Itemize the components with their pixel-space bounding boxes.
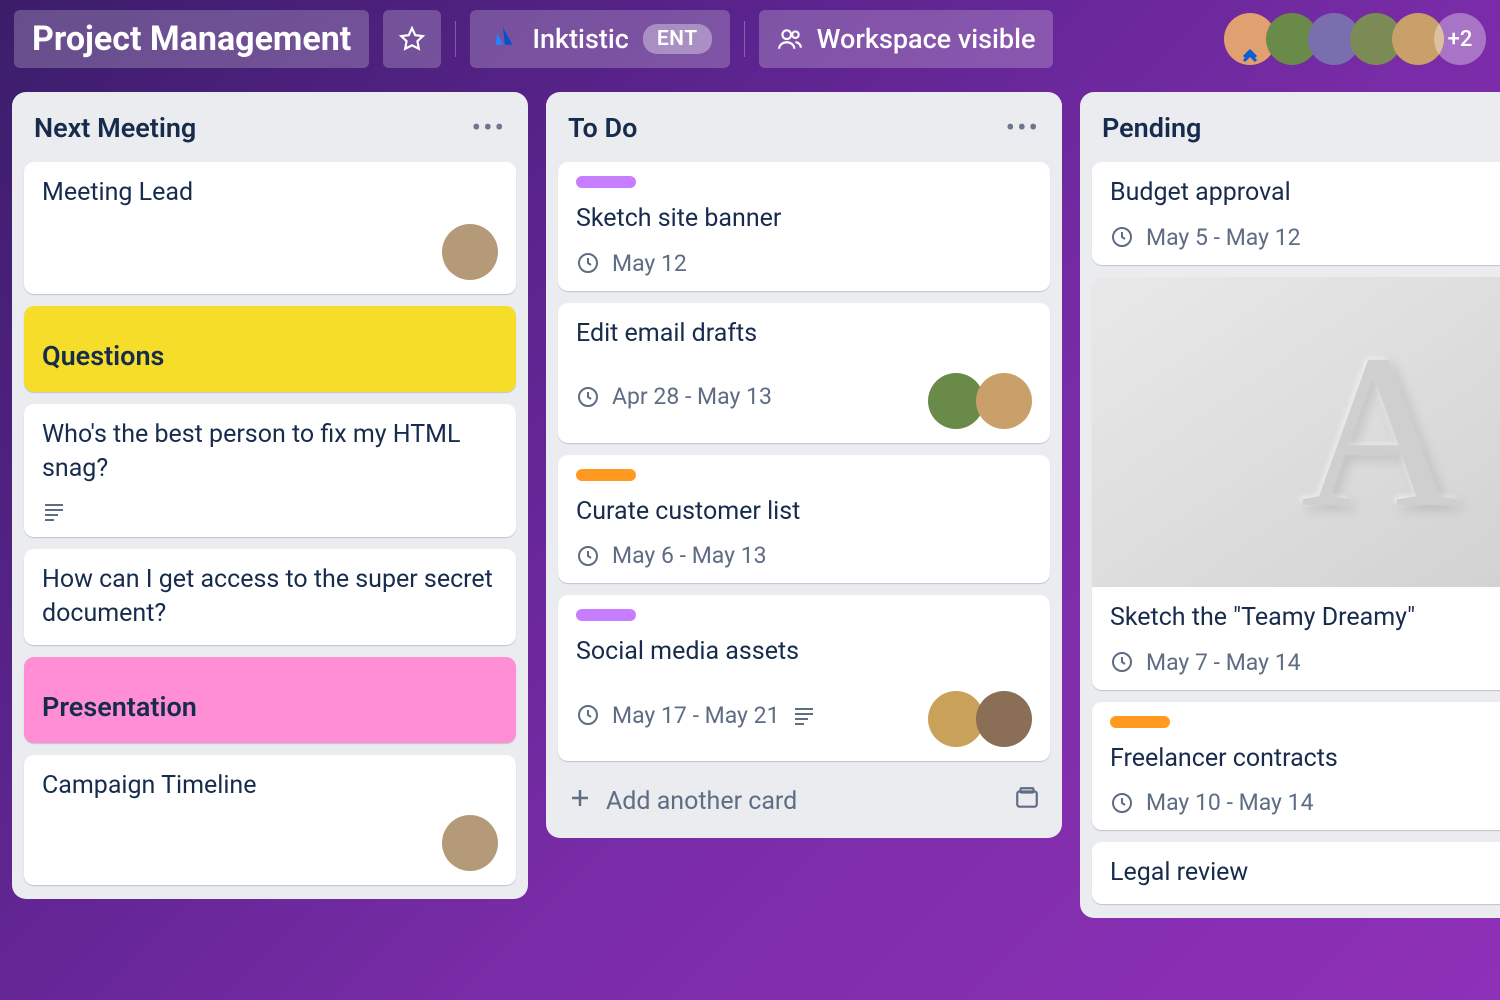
workspace-name: Inktistic — [532, 23, 629, 55]
card-members — [936, 373, 1032, 429]
card-title: Who's the best person to fix my HTML sna… — [42, 418, 498, 486]
card-title: Legal review — [1110, 856, 1500, 890]
clock-icon — [1110, 650, 1134, 674]
list-header: To Do ••• — [558, 106, 1050, 162]
label-chip[interactable] — [576, 469, 636, 481]
board-members: +2 — [1234, 13, 1486, 65]
card[interactable]: How can I get access to the super secret… — [24, 549, 516, 645]
card-date: May 7 - May 14 — [1146, 649, 1301, 676]
description-icon — [42, 499, 66, 523]
board-header: Project Management Inktistic ENT Workspa… — [0, 0, 1500, 86]
list: Next Meeting ••• Meeting Lead Questions … — [12, 92, 528, 899]
plus-icon — [568, 786, 592, 817]
list: To Do ••• Sketch site banner May 12 Edit… — [546, 92, 1062, 838]
label-chip[interactable] — [1110, 716, 1170, 728]
list-menu-button[interactable]: ••• — [1006, 123, 1040, 133]
card[interactable]: Meeting Lead — [24, 162, 516, 294]
card[interactable]: Social media assets May 17 - May 21 — [558, 595, 1050, 761]
clock-icon — [576, 544, 600, 568]
clock-icon — [1110, 791, 1134, 815]
board-canvas: Next Meeting ••• Meeting Lead Questions … — [0, 86, 1500, 1000]
card-title: Freelancer contracts — [1110, 742, 1500, 776]
separator-title: Questions — [42, 340, 498, 372]
separator-card[interactable]: Presentation — [24, 657, 516, 743]
card[interactable]: A Sketch the "Teamy Dreamy" May 7 - May … — [1092, 277, 1500, 690]
card-members — [936, 691, 1032, 747]
star-icon — [399, 26, 425, 52]
list-title[interactable]: Next Meeting — [34, 112, 196, 144]
people-icon — [777, 26, 803, 52]
label-chip[interactable] — [576, 176, 636, 188]
card-title: How can I get access to the super secret… — [42, 563, 498, 631]
card[interactable]: Sketch site banner May 12 — [558, 162, 1050, 291]
member-avatar[interactable] — [976, 691, 1032, 747]
list-title[interactable]: To Do — [568, 112, 637, 144]
card-title: Meeting Lead — [42, 176, 498, 210]
card-title: Budget approval — [1110, 176, 1500, 210]
list-title[interactable]: Pending — [1102, 112, 1201, 144]
star-button[interactable] — [383, 10, 441, 68]
divider — [744, 21, 745, 57]
visibility-label: Workspace visible — [817, 23, 1036, 55]
card[interactable]: Curate customer list May 6 - May 13 — [558, 455, 1050, 584]
add-card-label: Add another card — [606, 787, 797, 816]
member-avatar[interactable] — [442, 224, 498, 280]
card-date: May 17 - May 21 — [612, 702, 780, 729]
card-title: Sketch site banner — [576, 202, 1032, 236]
board-title: Project Management — [32, 19, 351, 59]
card-title: Sketch the "Teamy Dreamy" — [1110, 601, 1500, 635]
card[interactable]: Edit email drafts Apr 28 - May 13 — [558, 303, 1050, 443]
clock-icon — [576, 385, 600, 409]
add-card-button[interactable]: Add another card — [558, 773, 1050, 824]
card-date: May 12 — [612, 250, 687, 277]
card-title: Social media assets — [576, 635, 1032, 669]
description-icon — [792, 703, 816, 727]
clock-icon — [1110, 225, 1134, 249]
atlassian-logo-icon — [488, 24, 518, 54]
divider — [455, 21, 456, 57]
card-date: May 5 - May 12 — [1146, 224, 1301, 251]
card-date: Apr 28 - May 13 — [612, 383, 772, 410]
chevron-up-icon — [1242, 49, 1258, 65]
workspace-pill[interactable]: Inktistic ENT — [470, 10, 729, 68]
label-chip[interactable] — [576, 609, 636, 621]
member-avatar[interactable] — [442, 815, 498, 871]
card[interactable]: Campaign Timeline — [24, 755, 516, 885]
card-template-button[interactable] — [1014, 785, 1040, 818]
card-title: Edit email drafts — [576, 317, 1032, 351]
card-title: Curate customer list — [576, 495, 1032, 529]
separator-card[interactable]: Questions — [24, 306, 516, 392]
workspace-badge: ENT — [643, 24, 712, 54]
card[interactable]: Who's the best person to fix my HTML sna… — [24, 404, 516, 538]
list-header: Next Meeting ••• — [24, 106, 516, 162]
board-title-pill[interactable]: Project Management — [14, 10, 369, 68]
card-title: Campaign Timeline — [42, 769, 498, 803]
clock-icon — [576, 251, 600, 275]
clock-icon — [576, 703, 600, 727]
member-overflow[interactable]: +2 — [1434, 13, 1486, 65]
card-members — [450, 224, 498, 280]
card[interactable]: Budget approval May 5 - May 12 — [1092, 162, 1500, 265]
card[interactable]: Legal review — [1092, 842, 1500, 904]
card-date: May 6 - May 13 — [612, 542, 767, 569]
member-avatar[interactable] — [976, 373, 1032, 429]
card-members — [450, 815, 498, 871]
card-date: May 10 - May 14 — [1146, 789, 1314, 816]
visibility-pill[interactable]: Workspace visible — [759, 10, 1054, 68]
list: Pending Budget approval May 5 - May 12 A… — [1080, 92, 1500, 918]
list-menu-button[interactable]: ••• — [472, 123, 506, 133]
separator-title: Presentation — [42, 691, 498, 723]
card-cover-image: A — [1092, 277, 1500, 587]
list-header: Pending — [1092, 106, 1500, 162]
card[interactable]: Freelancer contracts May 10 - May 14 — [1092, 702, 1500, 831]
